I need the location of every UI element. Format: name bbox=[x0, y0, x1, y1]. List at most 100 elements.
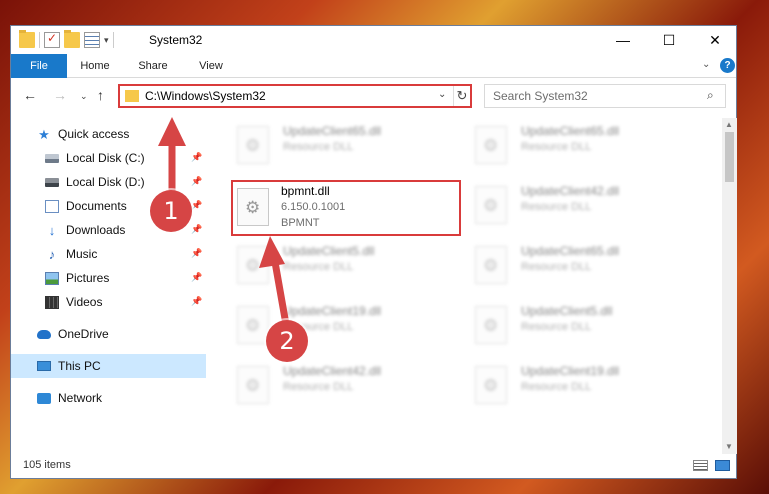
dll-file-icon bbox=[475, 126, 507, 164]
sidebar-item-label: Pictures bbox=[66, 271, 110, 285]
up-button[interactable]: ↑ bbox=[97, 87, 104, 103]
minimize-button[interactable]: — bbox=[600, 26, 646, 54]
expand-ribbon-chevron-icon[interactable]: ⌄ bbox=[702, 59, 710, 70]
dll-file-icon bbox=[237, 126, 269, 164]
file-type: Resource DLL bbox=[283, 381, 354, 393]
file-item[interactable]: UpdateClient5.dll Resource DLL bbox=[469, 300, 699, 356]
vertical-scrollbar[interactable]: ▲ ▼ bbox=[722, 118, 737, 454]
customize-toolbar-chevron-icon[interactable]: ▾ bbox=[104, 35, 109, 46]
sidebar-item-videos[interactable]: Videos 📌 bbox=[11, 290, 206, 314]
file-type: Resource DLL bbox=[521, 321, 592, 333]
file-item[interactable]: UpdateClient42.dll Resource DLL bbox=[469, 180, 699, 236]
pin-icon: 📌 bbox=[191, 224, 203, 234]
music-icon: ♪ bbox=[48, 246, 56, 262]
folder-icon bbox=[19, 30, 35, 48]
explorer-window: ▾ System32 — ☐ ✕ File Home Share View ⌄ … bbox=[10, 25, 737, 479]
file-item[interactable]: UpdateClient65.dll Resource DLL bbox=[469, 240, 699, 296]
tab-share[interactable]: Share bbox=[131, 54, 175, 78]
title-bar: ▾ System32 — ☐ ✕ bbox=[11, 26, 736, 54]
details-view-icon[interactable] bbox=[693, 460, 708, 471]
sidebar-item-quick-access[interactable]: ★ Quick access bbox=[11, 122, 206, 146]
address-dropdown-chevron-icon[interactable]: ⌄ bbox=[438, 89, 446, 100]
large-icons-view-icon[interactable] bbox=[715, 460, 730, 471]
refresh-button[interactable]: ↻ bbox=[453, 86, 470, 106]
tab-view[interactable]: View bbox=[189, 54, 233, 78]
file-name: UpdateClient19.dll bbox=[283, 304, 382, 318]
window-title: System32 bbox=[149, 33, 203, 47]
sidebar-item-local-disk-c[interactable]: Local Disk (C:) 📌 bbox=[11, 146, 206, 170]
drive-icon bbox=[45, 153, 59, 163]
tab-file[interactable]: File bbox=[11, 54, 67, 78]
cloud-icon bbox=[37, 329, 51, 339]
scroll-up-arrow-icon[interactable]: ▲ bbox=[725, 120, 733, 129]
dll-file-icon bbox=[237, 306, 269, 344]
sidebar-item-label: Network bbox=[58, 391, 103, 405]
sidebar-item-label: Videos bbox=[66, 295, 103, 309]
step-1-badge: 1 bbox=[150, 190, 192, 232]
properties-check-icon[interactable] bbox=[44, 31, 60, 48]
scroll-thumb[interactable] bbox=[725, 132, 734, 182]
status-bar: 105 items bbox=[11, 454, 736, 478]
drive-icon bbox=[45, 177, 59, 187]
file-description: BPMNT bbox=[281, 217, 320, 229]
dll-file-icon bbox=[475, 306, 507, 344]
sidebar-item-onedrive[interactable]: OneDrive bbox=[11, 322, 206, 346]
file-name: UpdateClient65.dll bbox=[521, 244, 620, 258]
file-name: UpdateClient65.dll bbox=[283, 124, 382, 138]
sidebar-item-label: Local Disk (C:) bbox=[66, 151, 145, 165]
help-icon[interactable]: ? bbox=[720, 58, 735, 73]
sidebar-item-this-pc[interactable]: This PC bbox=[11, 354, 206, 378]
toolbar-divider bbox=[39, 32, 40, 48]
forward-button[interactable]: → bbox=[53, 87, 67, 103]
pin-icon: 📌 bbox=[191, 248, 203, 258]
sidebar-item-music[interactable]: ♪ Music 📌 bbox=[11, 242, 206, 266]
download-icon: ↓ bbox=[48, 222, 56, 238]
sidebar-item-label: Downloads bbox=[66, 223, 126, 237]
pictures-icon bbox=[45, 271, 59, 285]
scroll-down-arrow-icon[interactable]: ▼ bbox=[725, 442, 733, 451]
file-version: 6.150.0.1001 bbox=[281, 201, 346, 213]
file-item-bpmnt[interactable]: bpmnt.dll 6.150.0.1001 BPMNT bbox=[231, 180, 461, 236]
file-type: Resource DLL bbox=[521, 381, 592, 393]
pin-icon: 📌 bbox=[191, 272, 203, 282]
file-item[interactable]: UpdateClient5.dll Resource DLL bbox=[231, 240, 461, 296]
sidebar-item-label: Music bbox=[66, 247, 98, 261]
file-item[interactable]: UpdateClient42.dll Resource DLL bbox=[231, 360, 461, 416]
item-count: 105 items bbox=[23, 459, 71, 471]
file-type: Resource DLL bbox=[521, 141, 592, 153]
navigation-pane: ★ Quick access Local Disk (C:) 📌 Local D… bbox=[11, 118, 206, 454]
search-input[interactable]: Search System32 ⌕ bbox=[484, 84, 726, 108]
file-type: Resource DLL bbox=[521, 261, 592, 273]
file-name: bpmnt.dll bbox=[281, 184, 330, 198]
properties-icon[interactable] bbox=[84, 32, 100, 48]
file-name: UpdateClient19.dll bbox=[521, 364, 620, 378]
folder-icon bbox=[125, 90, 139, 102]
network-icon bbox=[37, 392, 51, 404]
close-button[interactable]: ✕ bbox=[692, 26, 738, 54]
address-path[interactable]: C:\Windows\System32 bbox=[145, 89, 266, 103]
dll-file-icon bbox=[237, 246, 269, 284]
new-folder-icon[interactable] bbox=[64, 30, 80, 48]
quick-access-toolbar: ▾ bbox=[19, 30, 114, 48]
back-button[interactable]: ← bbox=[23, 87, 37, 103]
pin-icon: 📌 bbox=[191, 200, 203, 210]
sidebar-item-label: Documents bbox=[66, 199, 127, 213]
toolbar-divider bbox=[112, 32, 114, 48]
sidebar-item-network[interactable]: Network bbox=[11, 386, 206, 410]
sidebar-item-label: Local Disk (D:) bbox=[66, 175, 145, 189]
file-item[interactable]: UpdateClient65.dll Resource DLL bbox=[469, 120, 699, 176]
maximize-button[interactable]: ☐ bbox=[646, 26, 692, 54]
search-icon[interactable]: ⌕ bbox=[707, 88, 714, 103]
sidebar-item-pictures[interactable]: Pictures 📌 bbox=[11, 266, 206, 290]
address-bar[interactable]: C:\Windows\System32 ⌄ ↻ bbox=[118, 84, 472, 108]
file-item[interactable]: UpdateClient19.dll Resource DLL bbox=[469, 360, 699, 416]
file-item[interactable]: UpdateClient65.dll Resource DLL bbox=[231, 120, 461, 176]
videos-icon bbox=[45, 295, 59, 309]
tab-home[interactable]: Home bbox=[73, 54, 117, 78]
file-name: UpdateClient65.dll bbox=[521, 124, 620, 138]
documents-icon bbox=[45, 199, 59, 213]
ribbon-tabs: File Home Share View ⌄ ? bbox=[11, 54, 736, 78]
recent-locations-chevron-icon[interactable]: ⌄ bbox=[80, 91, 88, 102]
file-item[interactable]: UpdateClient19.dll Resource DLL bbox=[231, 300, 461, 356]
pin-icon: 📌 bbox=[191, 296, 203, 306]
